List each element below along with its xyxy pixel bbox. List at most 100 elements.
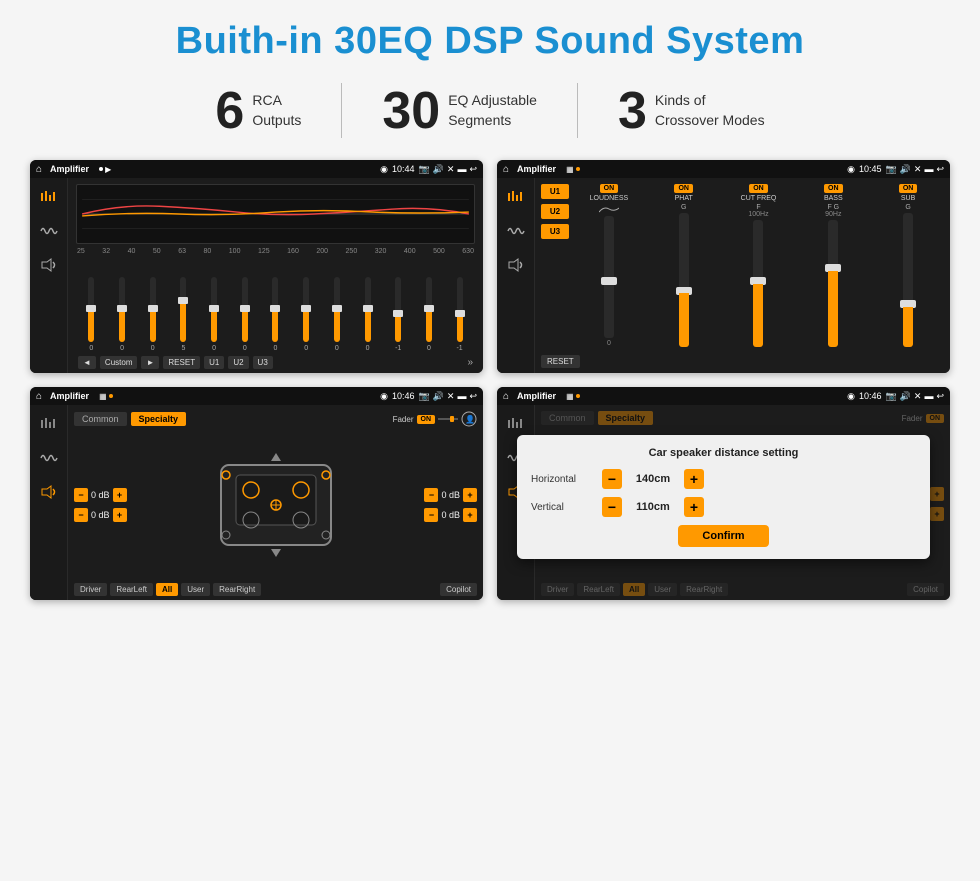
sub-slider[interactable]	[903, 213, 913, 347]
loudness-slider[interactable]	[604, 216, 614, 338]
main-title: Buith-in 30EQ DSP Sound System	[30, 20, 950, 63]
amp-u3-btn[interactable]: U3	[541, 224, 569, 239]
horizontal-minus[interactable]: −	[602, 469, 622, 489]
minimize-icon-2: ▬	[924, 164, 933, 174]
sidebar-eq-icon[interactable]	[36, 186, 62, 208]
amp-u2-btn[interactable]: U2	[541, 204, 569, 219]
eq-play-btn[interactable]: ►	[141, 356, 159, 369]
home-icon-1[interactable]: ⌂	[36, 164, 42, 175]
camera-icon-3: 📷	[418, 391, 429, 402]
eq-footer: ◄ Custom ► RESET U1 U2 U3 »	[76, 356, 475, 369]
eq-slider-7: 0	[293, 277, 320, 352]
back-icon-3[interactable]: ↩	[469, 391, 477, 402]
sidebar-speaker-icon-2[interactable]	[503, 254, 529, 276]
sidebar-wave-icon[interactable]	[36, 220, 62, 242]
vol-icon-3: 🔊	[433, 391, 444, 402]
eq-prev-btn[interactable]: ◄	[78, 356, 96, 369]
cutfreq-slider[interactable]	[753, 220, 763, 347]
home-icon-3[interactable]: ⌂	[36, 391, 42, 402]
grid-icon-2: ▦	[566, 165, 574, 174]
dialog-row-vertical: Vertical − 110cm +	[531, 497, 916, 517]
grid-icon-4: ▦	[566, 392, 574, 401]
screen-body-1: 253240 506380 100125160 200250320 400500…	[30, 178, 483, 373]
camera-icon-2: 📷	[885, 164, 896, 175]
fader-slider[interactable]	[438, 414, 458, 424]
cutfreq-on[interactable]: ON	[749, 184, 768, 193]
vol-rl-minus[interactable]: −	[74, 508, 88, 522]
back-icon-2[interactable]: ↩	[936, 164, 944, 175]
time-1: 10:44	[392, 164, 415, 174]
sub-on[interactable]: ON	[899, 184, 918, 193]
phat-on[interactable]: ON	[674, 184, 693, 193]
vol-fr-minus[interactable]: −	[424, 488, 438, 502]
back-icon-1[interactable]: ↩	[469, 164, 477, 175]
vol-rr-minus[interactable]: −	[424, 508, 438, 522]
eq-u2-btn[interactable]: U2	[228, 356, 248, 369]
bass-on[interactable]: ON	[824, 184, 843, 193]
vol-fl-minus[interactable]: −	[74, 488, 88, 502]
eq-slider-4: 0	[201, 277, 228, 352]
status-bar-3: ⌂ Amplifier ▦ ◉ 10:46 📷 🔊 ✕ ▬ ↩	[30, 387, 483, 405]
vertical-value: 110cm	[628, 501, 678, 513]
camera-icon-1: 📷	[418, 164, 429, 175]
phat-label: PHAT	[675, 195, 693, 202]
eq-slider-3: 5	[170, 277, 197, 352]
back-icon-4[interactable]: ↩	[936, 391, 944, 402]
cutfreq-label: CUT FREQ	[741, 195, 777, 202]
vol-rl-plus[interactable]: +	[113, 508, 127, 522]
home-icon-4[interactable]: ⌂	[503, 391, 509, 402]
speaker-right-ctrls: − 0 dB + − 0 dB +	[424, 431, 477, 579]
eq-slider-6: 0	[262, 277, 289, 352]
horizontal-plus[interactable]: +	[684, 469, 704, 489]
amp-reset-btn[interactable]: RESET	[541, 355, 580, 368]
dot-4	[576, 394, 580, 398]
speaker-top: Common Specialty Fader ON 👤	[74, 411, 477, 427]
btn-driver[interactable]: Driver	[74, 583, 107, 596]
app-name-3: Amplifier	[50, 391, 89, 401]
btn-copilot[interactable]: Copilot	[440, 583, 477, 596]
confirm-button[interactable]: Confirm	[678, 525, 768, 547]
vertical-plus[interactable]: +	[684, 497, 704, 517]
sidebar-eq-icon-2[interactable]	[503, 186, 529, 208]
vol-rl: − 0 dB +	[74, 508, 127, 522]
amp-u1-btn[interactable]: U1	[541, 184, 569, 199]
vertical-minus[interactable]: −	[602, 497, 622, 517]
btn-rearleft[interactable]: RearLeft	[110, 583, 153, 596]
amp-channels: ON LOUDNESS 0 ON PHAT	[573, 184, 944, 347]
vol-fl-plus[interactable]: +	[113, 488, 127, 502]
sidebar-speaker-icon[interactable]	[36, 254, 62, 276]
vol-rr-plus[interactable]: +	[463, 508, 477, 522]
eq-u3-btn[interactable]: U3	[253, 356, 273, 369]
eq-u1-btn[interactable]: U1	[204, 356, 224, 369]
play-icon-1: ▶	[105, 165, 111, 174]
sidebar-wave-icon-2[interactable]	[503, 220, 529, 242]
home-icon-2[interactable]: ⌂	[503, 164, 509, 175]
sidebar-speaker-icon-3[interactable]	[36, 481, 62, 503]
loudness-on[interactable]: ON	[600, 184, 619, 193]
bass-slider[interactable]	[828, 220, 838, 347]
amp-reset-row: RESET	[541, 351, 944, 369]
eq-sliders-area: 0 0 0 5	[76, 259, 475, 352]
vol-fr-plus[interactable]: +	[463, 488, 477, 502]
btn-rearright[interactable]: RearRight	[213, 583, 261, 596]
stat-crossover-desc: Kinds of Crossover Modes	[655, 91, 765, 130]
stats-row: 6 RCA Outputs 30 EQ Adjustable Segments …	[30, 83, 950, 138]
screen-eq: ⌂ Amplifier ▶ ◉ 10:44 📷 🔊 ✕ ▬ ↩	[30, 160, 483, 373]
phat-slider[interactable]	[679, 213, 689, 347]
sidebar-eq-icon-4[interactable]	[503, 413, 529, 435]
dot-1	[99, 167, 103, 171]
sidebar-eq-icon-3[interactable]	[36, 413, 62, 435]
fader-on-badge[interactable]: ON	[417, 415, 436, 424]
btn-user[interactable]: User	[181, 583, 210, 596]
eq-reset-btn[interactable]: RESET	[163, 356, 200, 369]
eq-custom-btn[interactable]: Custom	[100, 356, 138, 369]
tab-specialty[interactable]: Specialty	[131, 412, 187, 426]
expand-icon[interactable]: »	[467, 357, 473, 368]
tab-common[interactable]: Common	[74, 412, 127, 426]
right-icons-4: 📷 🔊 ✕ ▬ ↩	[885, 391, 944, 402]
btn-all[interactable]: All	[156, 583, 178, 596]
eq-main: 253240 506380 100125160 200250320 400500…	[68, 178, 483, 373]
sidebar-wave-icon-3[interactable]	[36, 447, 62, 469]
stat-rca: 6 RCA Outputs	[175, 85, 341, 137]
screen-speaker: ⌂ Amplifier ▦ ◉ 10:46 📷 🔊 ✕ ▬ ↩	[30, 387, 483, 600]
